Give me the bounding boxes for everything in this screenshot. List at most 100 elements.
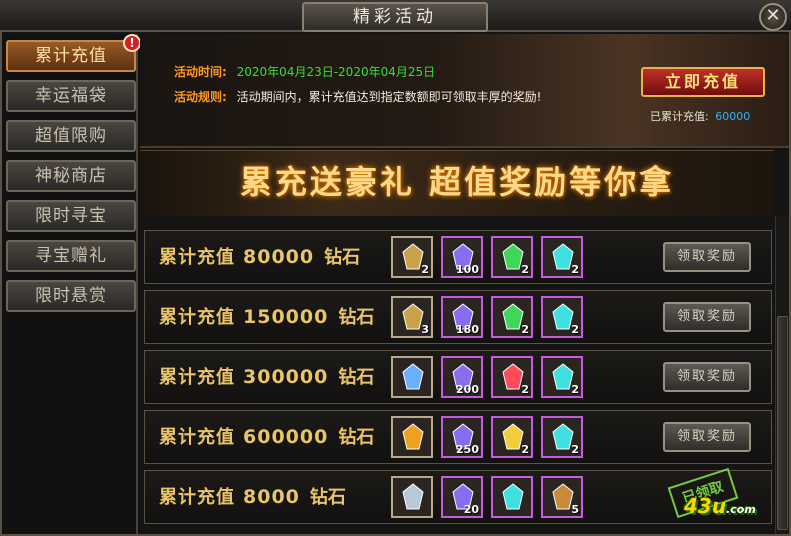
reward-row: 累计充值 8000 钻石 20 5 已领取 xyxy=(144,467,772,524)
threshold-prefix: 累计充值 xyxy=(159,247,235,268)
reward-list-scrollbar[interactable] xyxy=(775,216,789,534)
reward-item-count: 2 xyxy=(421,263,429,276)
tab-mystery-shop[interactable]: 神秘商店 xyxy=(6,160,136,192)
claim-reward-label: 领取奖励 xyxy=(676,309,737,324)
reward-item-slot[interactable] xyxy=(391,356,433,398)
reward-item-count: 100 xyxy=(456,263,479,276)
reward-item-slot[interactable]: 2 xyxy=(491,356,533,398)
reward-item-count: 2 xyxy=(521,383,529,396)
reward-list: 累计充值 80000 钻石 2 100 2 2 领取奖励 累计充值 150000 钻石 3 180 2 2 领… xyxy=(140,216,774,534)
threshold-amount: 80000 xyxy=(243,246,315,268)
blue-diamond-icon xyxy=(402,363,424,390)
reward-threshold: 累计充值 600000 钻石 xyxy=(159,423,374,449)
activity-rule-value: 活动期间内，累计充值达到指定数额即可领取丰厚的奖励! xyxy=(236,90,542,104)
reward-item-slot[interactable]: 3 xyxy=(391,296,433,338)
threshold-unit: 钻石 xyxy=(338,307,375,328)
watermark-suffix: .com xyxy=(726,503,756,516)
reward-threshold: 累计充值 80000 钻石 xyxy=(159,243,360,269)
reward-item-slot[interactable]: 2 xyxy=(491,236,533,278)
reward-item-slot[interactable] xyxy=(391,476,433,518)
threshold-amount: 8000 xyxy=(243,486,300,508)
tab-timed-treasure[interactable]: 限时寻宝 xyxy=(6,200,136,232)
activity-time-key: 活动时间: xyxy=(174,65,227,79)
reward-item-slot[interactable]: 180 xyxy=(441,296,483,338)
reward-item-count: 3 xyxy=(421,323,429,336)
claim-reward-label: 领取奖励 xyxy=(676,249,737,264)
reward-item-slot[interactable]: 100 xyxy=(441,236,483,278)
threshold-prefix: 累计充值 xyxy=(159,367,235,388)
reward-item-count: 2 xyxy=(521,263,529,276)
reward-row: 累计充值 150000 钻石 3 180 2 2 领取奖励 xyxy=(144,290,772,344)
tab-cumulative-recharge[interactable]: 累计充值 xyxy=(6,40,136,72)
tab-lucky-bag[interactable]: 幸运福袋 xyxy=(6,80,136,112)
sidebar-tab-label: 累计充值 xyxy=(35,46,107,66)
reward-item-slot[interactable]: 2 xyxy=(491,416,533,458)
claim-reward-label: 领取奖励 xyxy=(676,369,737,384)
threshold-prefix: 累计充值 xyxy=(159,427,235,448)
silver-medal-icon xyxy=(402,483,424,510)
promo-banner: 累充送豪礼 超值奖励等你拿 xyxy=(140,150,774,216)
sidebar-tab-label: 神秘商店 xyxy=(35,166,107,186)
reward-item-count: 2 xyxy=(571,263,579,276)
reward-threshold: 累计充值 300000 钻石 xyxy=(159,363,374,389)
watermark-text: 43u xyxy=(684,494,727,518)
gold-stone-icon xyxy=(402,423,424,450)
reward-item-slot[interactable]: 5 xyxy=(541,476,583,518)
reward-item-slot[interactable]: 2 xyxy=(541,296,583,338)
recharge-now-button[interactable]: 立即充值 xyxy=(641,67,765,97)
cyan-crystal-icon xyxy=(502,483,524,510)
close-icon: ✕ xyxy=(765,5,781,26)
sidebar: 累计充值! 幸运福袋超值限购神秘商店限时寻宝寻宝赠礼限时悬赏 xyxy=(2,34,141,534)
claim-reward-button[interactable]: 领取奖励 xyxy=(663,302,751,332)
total-recharged-key: 已累计充值: xyxy=(650,110,709,123)
reward-row: 累计充值 600000 钻石 250 2 2 领取奖励 xyxy=(144,410,772,464)
activity-header: 活动时间: 2020年04月23日-2020年04月25日 活动规则: 活动期间… xyxy=(140,34,789,148)
threshold-prefix: 累计充值 xyxy=(159,487,235,508)
activity-time-line: 活动时间: 2020年04月23日-2020年04月25日 xyxy=(174,63,435,80)
threshold-prefix: 累计充值 xyxy=(159,307,235,328)
reward-item-slot[interactable]: 2 xyxy=(541,416,583,458)
reward-item-slot[interactable]: 200 xyxy=(441,356,483,398)
reward-item-slot[interactable]: 250 xyxy=(441,416,483,458)
claim-reward-button[interactable]: 领取奖励 xyxy=(663,242,751,272)
tab-timed-bounty[interactable]: 限时悬赏 xyxy=(6,280,136,312)
alert-badge-icon: ! xyxy=(123,34,141,52)
sidebar-tab-label: 限时悬赏 xyxy=(35,286,107,306)
reward-item-slot[interactable] xyxy=(391,416,433,458)
title-plate: 精彩活动 xyxy=(302,2,488,32)
reward-item-slot[interactable]: 2 xyxy=(541,236,583,278)
total-recharged: 已累计充值: 60000 xyxy=(650,108,750,124)
reward-item-count: 20 xyxy=(463,503,479,516)
reward-item-count: 250 xyxy=(456,443,479,456)
claim-reward-label: 领取奖励 xyxy=(676,429,737,444)
window-title: 精彩活动 xyxy=(353,7,437,27)
activity-rule-key: 活动规则: xyxy=(174,90,227,104)
reward-row: 累计充值 300000 钻石 200 2 2 领取奖励 xyxy=(144,350,772,404)
reward-item-slot[interactable]: 2 xyxy=(541,356,583,398)
close-button[interactable]: ✕ xyxy=(759,3,787,31)
threshold-unit: 钻石 xyxy=(338,427,375,448)
reward-threshold: 累计充值 8000 钻石 xyxy=(159,483,346,509)
reward-item-count: 2 xyxy=(521,443,529,456)
tab-treasure-gift[interactable]: 寻宝赠礼 xyxy=(6,240,136,272)
reward-row: 累计充值 80000 钻石 2 100 2 2 领取奖励 xyxy=(144,230,772,284)
reward-item-slot[interactable]: 20 xyxy=(441,476,483,518)
reward-item-slot[interactable]: 2 xyxy=(391,236,433,278)
claim-reward-button[interactable]: 领取奖励 xyxy=(663,362,751,392)
reward-item-count: 2 xyxy=(521,323,529,336)
reward-item-count: 2 xyxy=(571,383,579,396)
activity-time-value: 2020年04月23日-2020年04月25日 xyxy=(236,65,436,79)
reward-item-slot[interactable] xyxy=(491,476,533,518)
scroll-thumb[interactable] xyxy=(777,316,788,530)
activity-rule-line: 活动规则: 活动期间内，累计充值达到指定数额即可领取丰厚的奖励! xyxy=(174,88,541,105)
reward-item-slot[interactable]: 2 xyxy=(491,296,533,338)
claim-reward-button[interactable]: 领取奖励 xyxy=(663,422,751,452)
reward-item-count: 180 xyxy=(456,323,479,336)
reward-item-count: 2 xyxy=(571,323,579,336)
title-bar: 精彩活动 ✕ xyxy=(0,0,791,32)
threshold-unit: 钻石 xyxy=(309,487,346,508)
banner-text: 累充送豪礼 超值奖励等你拿 xyxy=(239,163,675,201)
site-watermark: 43u.com xyxy=(684,494,756,518)
tab-value-limited[interactable]: 超值限购 xyxy=(6,120,136,152)
threshold-amount: 600000 xyxy=(243,426,329,448)
